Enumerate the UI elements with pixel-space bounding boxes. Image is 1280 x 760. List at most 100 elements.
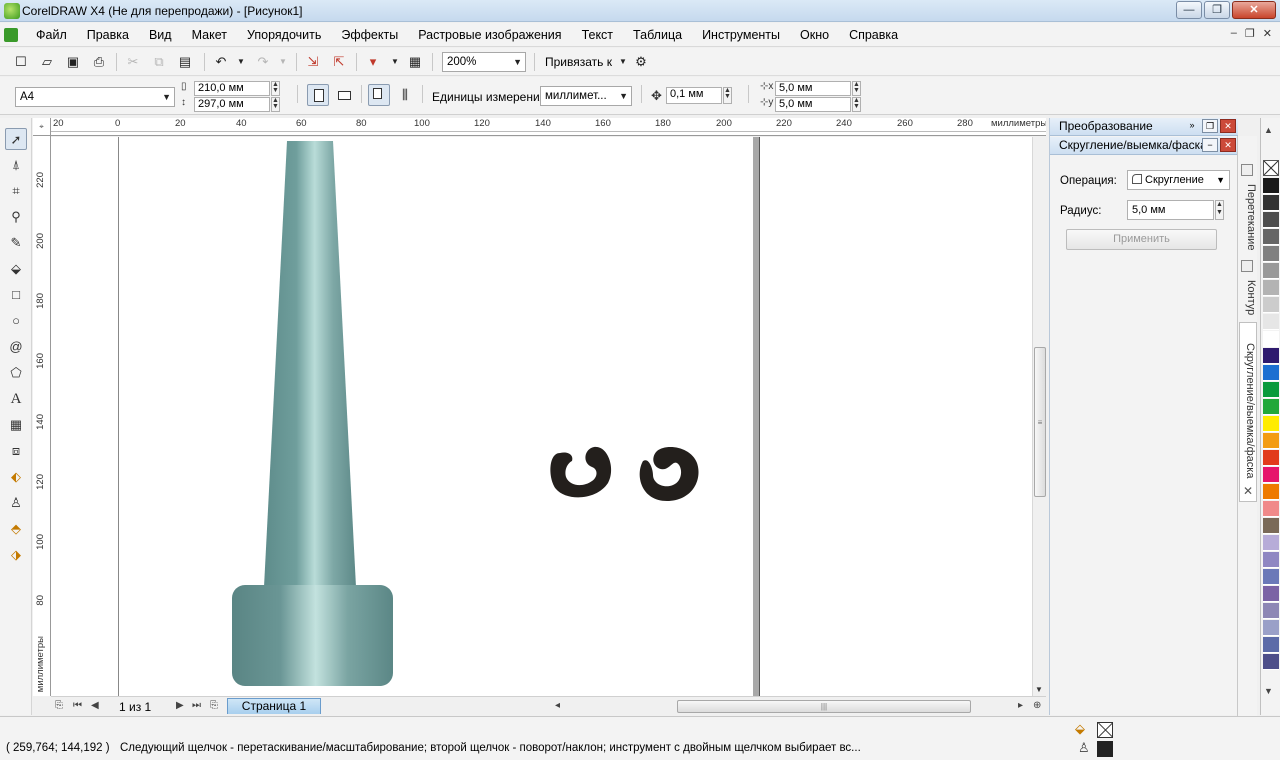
color-swatch[interactable] — [1263, 620, 1279, 636]
next-page-icon[interactable]: ▶ — [176, 700, 184, 711]
all-pages-button[interactable] — [368, 84, 390, 106]
page-width-field[interactable]: 210,0 мм — [194, 81, 270, 96]
new-document-icon[interactable]: ☐ — [12, 53, 30, 71]
page-size-combo[interactable]: A4 ▼ — [15, 87, 175, 107]
outline-tool-icon[interactable]: ♙ — [5, 492, 27, 514]
operation-combo[interactable]: Скругление ▼ — [1127, 170, 1230, 190]
color-swatch[interactable] — [1263, 654, 1279, 670]
import-icon[interactable]: ⇲ — [304, 53, 322, 71]
color-swatch[interactable] — [1263, 246, 1279, 262]
launcher-dropdown-icon[interactable]: ▼ — [386, 53, 404, 71]
docker-close-icon[interactable]: ✕ — [1220, 138, 1236, 152]
color-swatch[interactable] — [1263, 484, 1279, 500]
copy-icon[interactable]: ⧉ — [150, 53, 168, 71]
interactive-blend-tool-icon[interactable]: ⧈ — [5, 440, 27, 462]
vertical-scrollbar[interactable]: ≡ ▼ — [1032, 137, 1046, 696]
welcome-screen-icon[interactable]: ▦ — [406, 53, 424, 71]
no-color-swatch[interactable] — [1263, 160, 1279, 176]
portrait-button[interactable] — [307, 84, 329, 106]
color-swatch[interactable] — [1263, 331, 1279, 347]
color-swatch[interactable] — [1263, 365, 1279, 381]
color-swatch[interactable] — [1263, 535, 1279, 551]
vertical-scroll-thumb[interactable]: ≡ — [1034, 347, 1046, 497]
zoom-tool-icon[interactable]: ⚲ — [5, 206, 27, 228]
nudge-spinner[interactable]: ▲ ▼ — [723, 87, 732, 104]
menu-file[interactable]: Файл — [36, 28, 67, 42]
expand-icon[interactable]: » — [1184, 119, 1200, 133]
first-page-icon[interactable]: ⏮ — [73, 700, 82, 711]
table-tool-icon[interactable]: ▦ — [5, 414, 27, 436]
vertical-ruler[interactable]: 220 200 180 160 140 120 100 80 миллиметр… — [33, 136, 51, 696]
curl-shape-left[interactable] — [546, 439, 616, 509]
menu-window[interactable]: Окно — [800, 28, 829, 42]
fillet-docker-header[interactable]: Скругление/выемка/фаска − ✕ — [1050, 137, 1238, 155]
color-swatch[interactable] — [1263, 280, 1279, 296]
basic-shapes-tool-icon[interactable]: ⬠ — [5, 362, 27, 384]
export-icon[interactable]: ⇱ — [330, 53, 348, 71]
tab-fillet[interactable]: Скругление/выемка/фаска — [1239, 322, 1257, 502]
curl-shape-right[interactable] — [633, 439, 703, 509]
color-swatch[interactable] — [1263, 416, 1279, 432]
color-swatch[interactable] — [1263, 569, 1279, 585]
tab-blend[interactable]: Перетекание — [1239, 164, 1257, 254]
options-icon[interactable]: ⚙ — [632, 53, 650, 71]
current-page-icon[interactable]: ⫼ — [396, 86, 414, 104]
add-page-after-icon[interactable]: ⎘ — [210, 700, 218, 711]
menu-help[interactable]: Справка — [849, 28, 898, 42]
restore-button[interactable]: ❐ — [1204, 1, 1230, 19]
docker-restore-icon[interactable]: ❐ — [1202, 119, 1218, 133]
duplicate-x-field[interactable]: 5,0 мм — [775, 81, 851, 96]
menu-layout[interactable]: Макет — [192, 28, 227, 42]
outline-color-indicator[interactable] — [1097, 741, 1113, 757]
units-combo[interactable]: миллимет... ▼ — [540, 86, 632, 106]
docker-minimize-icon[interactable]: − — [1202, 138, 1218, 152]
color-swatch[interactable] — [1263, 433, 1279, 449]
color-swatch[interactable] — [1263, 586, 1279, 602]
text-tool-icon[interactable]: A — [5, 388, 27, 410]
menu-view[interactable]: Вид — [149, 28, 172, 42]
duplicate-x-spinner[interactable]: ▲ ▼ — [852, 81, 861, 96]
color-swatch[interactable] — [1263, 212, 1279, 228]
menu-text[interactable]: Текст — [582, 28, 613, 42]
minimize-button[interactable]: — — [1176, 1, 1202, 19]
scroll-right-icon[interactable]: ▸ — [1018, 700, 1023, 711]
application-launcher-icon[interactable]: ▾ — [364, 53, 382, 71]
color-swatch[interactable] — [1263, 518, 1279, 534]
apply-button[interactable]: Применить — [1066, 229, 1217, 250]
eyedropper-tool-icon[interactable]: ⬖ — [5, 466, 27, 488]
doc-close-icon[interactable]: ✕ — [1263, 27, 1272, 40]
nudge-field[interactable]: 0,1 мм — [666, 87, 722, 104]
color-swatch[interactable] — [1263, 314, 1279, 330]
fill-tool-icon[interactable]: ⬘ — [5, 518, 27, 540]
color-swatch[interactable] — [1263, 195, 1279, 211]
smart-fill-tool-icon[interactable]: ⬙ — [5, 258, 27, 280]
spiral-tool-icon[interactable]: @ — [5, 336, 27, 358]
duplicate-y-field[interactable]: 5,0 мм — [775, 97, 851, 112]
color-swatch[interactable] — [1263, 382, 1279, 398]
duplicate-y-spinner[interactable]: ▲ ▼ — [852, 97, 861, 112]
landscape-button[interactable] — [333, 84, 355, 106]
ellipse-tool-icon[interactable]: ○ — [5, 310, 27, 332]
scroll-down-icon[interactable]: ▼ — [1035, 685, 1043, 694]
ruler-origin[interactable]: ⌖ — [33, 118, 51, 136]
menu-arrange[interactable]: Упорядочить — [247, 28, 321, 42]
paste-icon[interactable]: ▤ — [176, 53, 194, 71]
color-swatch[interactable] — [1263, 450, 1279, 466]
color-swatch[interactable] — [1263, 501, 1279, 517]
radius-field[interactable]: 5,0 мм — [1127, 200, 1214, 220]
rounded-base-shape[interactable] — [232, 585, 393, 686]
menu-table[interactable]: Таблица — [633, 28, 682, 42]
color-swatch[interactable] — [1263, 297, 1279, 313]
horizontal-ruler[interactable]: 20 0 20 40 60 80 100 120 140 160 180 200… — [51, 118, 1046, 136]
scroll-left-icon[interactable]: ◂ — [555, 700, 560, 711]
docker-close-icon[interactable]: ✕ — [1220, 119, 1236, 133]
doc-minimize-icon[interactable]: ‒ — [1231, 27, 1237, 40]
color-swatch[interactable] — [1263, 178, 1279, 194]
save-icon[interactable]: ▣ — [64, 53, 82, 71]
zoom-navigator-icon[interactable]: ⊕ — [1033, 700, 1041, 711]
tab-close-icon[interactable]: ✕ — [1243, 484, 1253, 498]
palette-scroll-up-icon[interactable]: ▲ — [1264, 125, 1273, 135]
undo-dropdown-icon[interactable]: ▼ — [232, 53, 250, 71]
menu-bitmaps[interactable]: Растровые изображения — [418, 28, 561, 42]
fill-color-indicator[interactable] — [1097, 722, 1113, 738]
